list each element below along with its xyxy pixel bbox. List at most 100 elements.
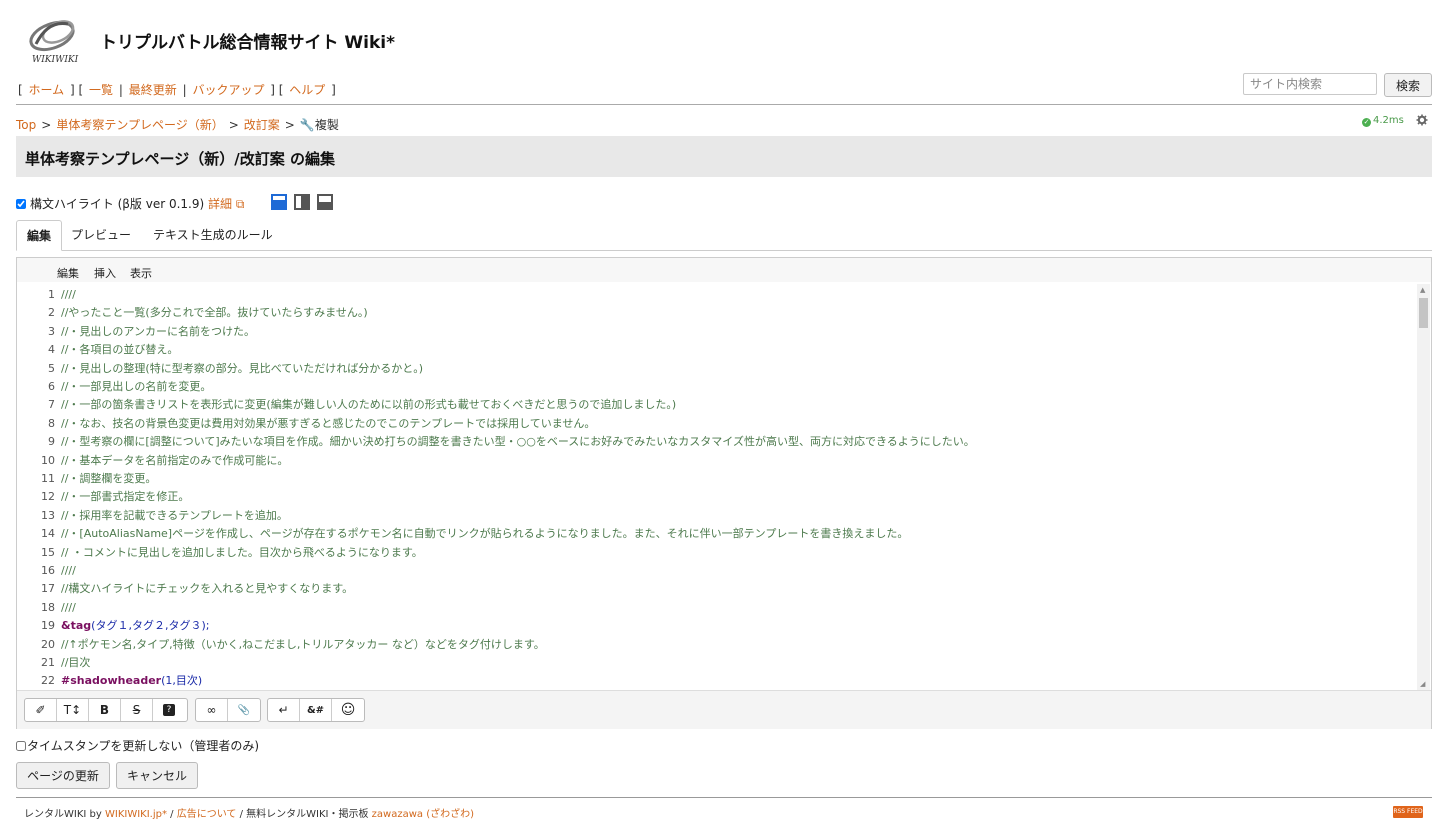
line-number: 7 (48, 398, 55, 412)
toolbar-format-group: ✐ T↕ B S ? (24, 698, 188, 722)
nav-home-link[interactable]: ホーム (29, 83, 65, 97)
external-link-icon: ⧉ (235, 197, 245, 211)
footer-ads-link[interactable]: 広告について (177, 809, 237, 820)
line-number: 17 (41, 582, 55, 596)
help-box-icon[interactable]: ? (153, 699, 185, 721)
tab-edit[interactable]: 編集 (16, 220, 63, 251)
line-number: 13 (41, 508, 55, 522)
nav-help-link[interactable]: ヘルプ (289, 83, 325, 97)
toolbar-link-group: ∞ 📎 (195, 698, 261, 722)
line-number: 21 (41, 656, 55, 669)
plugin-args: (タグ１,タグ２,タグ３); (91, 619, 210, 633)
emoji-icon[interactable]: ☺ (332, 699, 364, 721)
line-break-icon[interactable]: ↵ (268, 699, 300, 721)
code-textarea[interactable]: 1 //// 2 //やったこと一覧(多分これで全部。抜けていたらすみません。) 3 //… (17, 284, 1417, 690)
syntax-highlight-label: 構文ハイライト (β版 ver 0.1.9) (30, 197, 205, 211)
line-number: 15 (41, 545, 55, 559)
tab-text-rules[interactable]: テキスト生成のルール (143, 220, 283, 249)
line-number: 16 (41, 564, 55, 577)
editor-menu-view[interactable]: 表示 (130, 265, 152, 281)
plugin-args: (1,目次) (161, 674, 203, 688)
line-number: 12 (41, 490, 55, 504)
line-number: 11 (41, 472, 55, 485)
line-text: //・一部の箇条書きリストを表形式に変更(編集が難しい人のために以前の形式も載せ… (61, 398, 677, 412)
footer-prefix: レンタルWIKI by (24, 809, 102, 820)
line-number: 2 (48, 306, 55, 320)
code-line: 19 &tag(タグ１,タグ２,タグ３); (17, 617, 209, 635)
line-number: 5 (48, 361, 55, 375)
special-chars-icon[interactable]: &# (300, 699, 332, 721)
code-line: 11 //・調整欄を変更。 (17, 470, 156, 488)
line-text: //// (61, 288, 76, 301)
footer-divider (16, 797, 1432, 798)
site-title: トリプルバトル総合情報サイト Wiki* (100, 33, 396, 53)
code-line: 17 //構文ハイライトにチェックを入れると見やすくなります。 (17, 580, 353, 598)
nav-backup-link[interactable]: バックアップ (192, 83, 264, 97)
page-title: 単体考察テンプレページ（新）/改訂案 の編集 (25, 150, 335, 168)
code-line: 2 //やったこと一覧(多分これで全部。抜けていたらすみません。) (17, 304, 368, 322)
attachment-icon[interactable]: 📎 (228, 699, 260, 721)
syntax-highlight-checkbox[interactable] (16, 199, 26, 209)
layout-split-horizontal-icon[interactable] (317, 194, 333, 210)
cancel-button[interactable]: キャンセル (116, 762, 198, 789)
breadcrumb-top-link[interactable]: Top (16, 118, 36, 132)
line-number: 14 (41, 527, 55, 541)
editor-menu-insert[interactable]: 挿入 (94, 265, 116, 281)
scroll-up-arrow-icon[interactable]: ▲ (1420, 286, 1425, 294)
svg-text:WIKIWIKI: WIKIWIKI (32, 55, 79, 64)
line-number: 9 (48, 435, 55, 449)
tab-preview[interactable]: プレビュー (61, 220, 141, 249)
code-line: 8 //・なお、技名の背景色変更は費用対効果が悪すぎると感じたのでこのテンプレート… (17, 415, 595, 433)
line-number: 19 (41, 619, 55, 633)
resize-handle-icon[interactable]: ◢ (1420, 680, 1425, 688)
code-line: 21 //目次 (17, 654, 90, 672)
site-header: WIKIWIKI トリプルバトル総合情報サイト Wiki* (22, 14, 622, 66)
breadcrumb-parent-link[interactable]: 単体考察テンプレページ（新） (56, 118, 223, 132)
line-text: //・見出しのアンカーに名前をつけた。 (61, 324, 255, 338)
strikethrough-icon[interactable]: S (121, 699, 153, 721)
code-line: 1 //// (17, 286, 76, 304)
editor-panel: 編集 挿入 表示 1 //// 2 //やったこと一覧(多分これで全部。抜けていたらす… (16, 257, 1432, 729)
line-text: //・型考察の欄に[調整について]みたいな項目を作成。細かい決め打ちの調整を書き… (61, 435, 975, 449)
link-icon[interactable]: ∞ (196, 699, 228, 721)
line-number: 10 (41, 453, 55, 467)
editor-scrollbar[interactable]: ▲ ◢ (1417, 284, 1430, 690)
breadcrumb-page-link[interactable]: 改訂案 (244, 118, 280, 132)
line-number: 22 (41, 674, 55, 688)
footer-separator: / (166, 809, 177, 820)
gear-icon[interactable] (1416, 114, 1428, 126)
nav-list-link[interactable]: 一覧 (89, 83, 113, 97)
search-button[interactable]: 検索 (1384, 73, 1432, 97)
line-number: 4 (48, 343, 55, 357)
line-text: //・採用率を記載できるテンプレートを追加。 (61, 508, 288, 522)
rss-feed-icon[interactable]: RSS FEED (1393, 806, 1423, 818)
text-size-icon[interactable]: T↕ (57, 699, 89, 721)
line-number: 6 (48, 380, 55, 393)
timestamp-checkbox[interactable] (16, 741, 26, 751)
line-text: //・[AutoAliasName]ページを作成し、ページが存在するポケモン名に… (61, 527, 909, 541)
line-text: //・基本データを名前指定のみで作成可能に。 (61, 453, 289, 467)
line-text: //・調整欄を変更。 (61, 472, 157, 485)
syntax-details-link[interactable]: 詳細 (208, 197, 232, 211)
scroll-thumb[interactable] (1419, 298, 1428, 328)
layout-split-vertical-icon[interactable] (294, 194, 310, 210)
plugin-keyword: #shadowheader (61, 674, 162, 688)
code-line: 9 //・型考察の欄に[調整について]みたいな項目を作成。細かい決め打ちの調整を書… (17, 433, 975, 451)
code-line: 10 //・基本データを名前指定のみで作成可能に。 (17, 452, 288, 470)
pen-icon[interactable]: ✐ (25, 699, 57, 721)
nav-recent-link[interactable]: 最終更新 (129, 83, 177, 97)
footer: レンタルWIKI by WIKIWIKI.jp* / 広告について / 無料レン… (24, 805, 474, 820)
editor-menu-edit[interactable]: 編集 (57, 265, 79, 281)
timestamp-row: タイムスタンプを更新しない（管理者のみ) (16, 737, 259, 754)
bold-icon[interactable]: B (89, 699, 121, 721)
line-text: //・各項目の並び替え。 (61, 343, 179, 357)
site-search-input[interactable] (1243, 73, 1377, 95)
update-page-button[interactable]: ページの更新 (16, 762, 110, 789)
wikiwiki-logo-icon[interactable]: WIKIWIKI (22, 14, 86, 64)
footer-zawazawa-link[interactable]: zawazawa (ざわざわ) (372, 809, 474, 820)
code-line: 5 //・見出しの整理(特に型考察の部分。見比べていただければ分かるかと。) (17, 360, 423, 378)
line-number: 1 (48, 288, 55, 301)
line-text: //// (61, 600, 76, 614)
footer-wikiwiki-link[interactable]: WIKIWIKI.jp* (105, 809, 167, 820)
layout-top-icon[interactable] (271, 194, 287, 210)
